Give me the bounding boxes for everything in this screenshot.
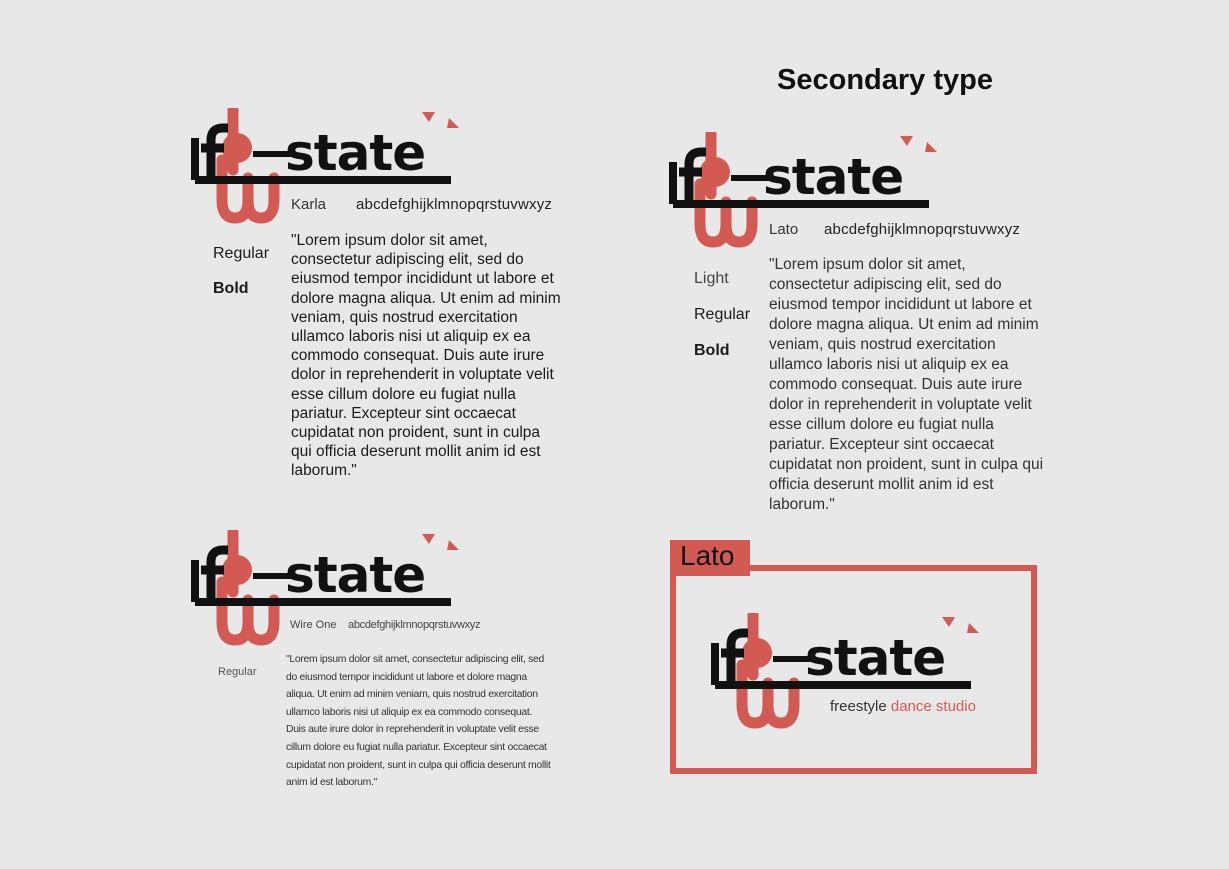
font-name-label: Wire One [290, 619, 337, 631]
flo-state-logo [189, 530, 461, 670]
weight-label-regular: Regular [694, 306, 751, 323]
alphabet-sample: abcdefghijklmnopqrstuvwxyz [348, 619, 481, 631]
sample-paragraph: "Lorem ipsum dolor sit amet, consectetur… [286, 654, 551, 789]
sample-paragraph: "Lorem ipsum dolor sit amet, consectetur… [769, 256, 1044, 513]
font-name-label: Lato [769, 221, 799, 238]
page-title: Secondary type [777, 64, 993, 96]
weight-label-light: Light [694, 270, 729, 287]
logo-tagline: freestyle dance studio [830, 698, 976, 715]
weight-label-bold: Bold [694, 342, 730, 359]
tagline-freestyle: freestyle [830, 698, 887, 715]
logo-graphic [709, 613, 981, 753]
logo-graphic [667, 132, 939, 272]
lockup-font-label: Lato [680, 540, 735, 571]
logo-graphic [189, 530, 461, 670]
logo-graphic [189, 108, 461, 248]
sample-paragraph: "Lorem ipsum dolor sit amet, consectetur… [291, 232, 561, 480]
weight-label-bold: Bold [213, 280, 249, 297]
font-name-label: Karla [291, 196, 327, 213]
weight-label-regular: Regular [218, 666, 257, 678]
tagline-dance-studio: dance studio [890, 698, 976, 715]
weight-label-regular: Regular [213, 245, 270, 262]
alphabet-sample: abcdefghijklmnopqrstuvwxyz [824, 221, 1021, 238]
flo-state-logo [667, 132, 939, 272]
flo-state-logo [189, 108, 461, 248]
flo-state-logo [709, 613, 981, 753]
alphabet-sample: abcdefghijklmnopqrstuvwxyz [356, 196, 553, 213]
